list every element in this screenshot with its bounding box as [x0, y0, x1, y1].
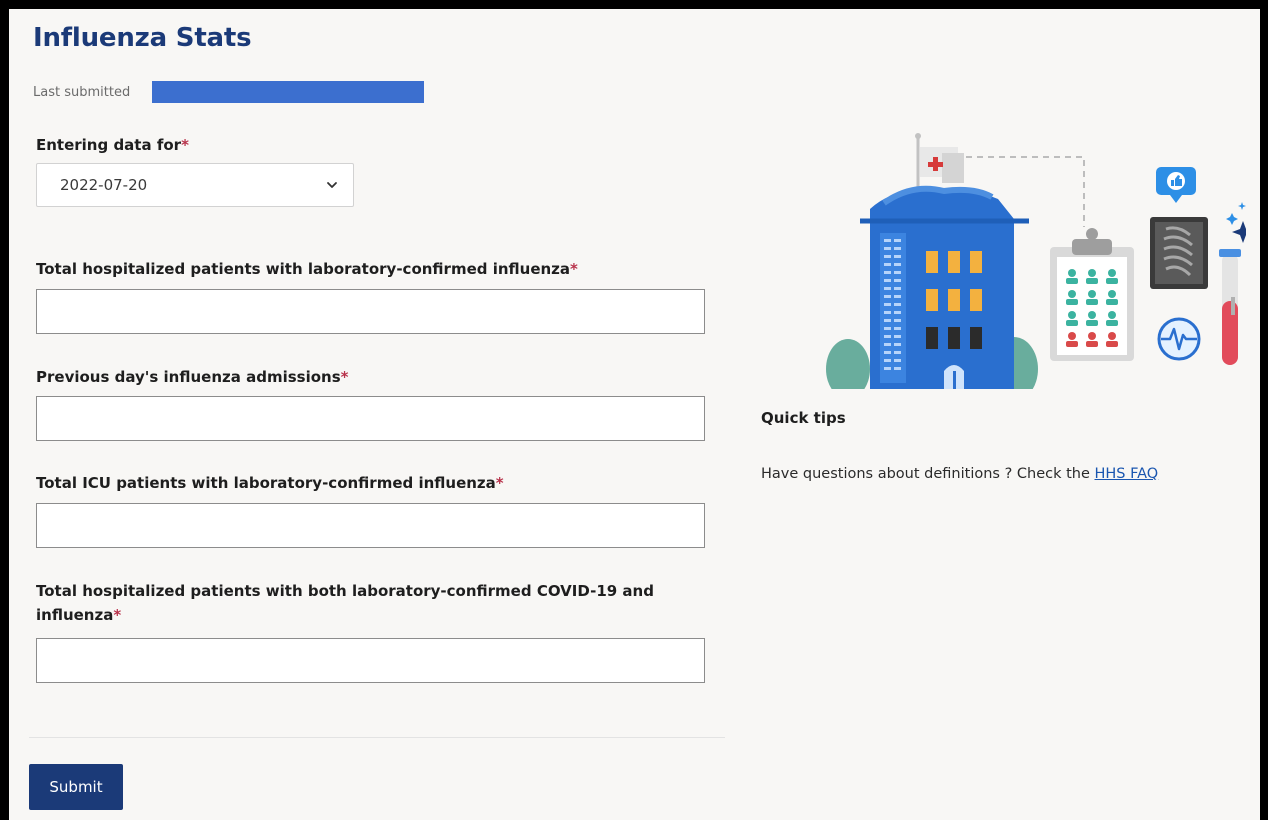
required-marker: *	[340, 368, 349, 386]
label-text-line1: Total hospitalized patients with both la…	[36, 582, 654, 600]
required-marker: *	[570, 260, 578, 278]
label-text: Total hospitalized patients with laborat…	[36, 260, 571, 278]
hospitalized-influenza-input[interactable]	[36, 289, 705, 334]
required-marker: *	[113, 606, 122, 624]
previous-day-admissions-input[interactable]	[36, 396, 705, 441]
form-page: Influenza Stats Last submitted Entering …	[9, 9, 1260, 820]
label-text: Previous day's influenza admissions	[36, 368, 341, 386]
date-select-value: 2022-07-20	[60, 176, 148, 194]
quick-tips-text: Have questions about definitions ? Check…	[761, 466, 1158, 482]
label-text: Total ICU patients with laboratory-confi…	[36, 474, 496, 492]
quick-tips-heading: Quick tips	[761, 409, 846, 427]
field-label-icu-influenza: Total ICU patients with laboratory-confi…	[36, 471, 504, 495]
quick-tips-sentence: Have questions about definitions ? Check…	[761, 466, 1090, 482]
hhs-faq-link[interactable]: HHS FAQ	[1095, 466, 1159, 482]
field-label-covid-and-influenza: Total hospitalized patients with both la…	[36, 579, 654, 627]
chevron-down-icon	[327, 182, 337, 188]
date-select[interactable]: 2022-07-20	[36, 163, 354, 207]
label-text-line2: influenza	[36, 606, 114, 624]
label-text: Entering data for	[36, 136, 182, 154]
last-submitted-label: Last submitted	[33, 85, 131, 100]
required-marker: *	[495, 474, 504, 492]
entering-data-for-label: Entering data for*	[36, 133, 189, 157]
covid-and-influenza-input[interactable]	[36, 638, 705, 683]
form-divider	[29, 737, 725, 738]
hospital-illustration	[826, 133, 1246, 389]
redacted-timestamp	[152, 81, 424, 103]
submit-button[interactable]: Submit	[29, 764, 123, 810]
page-title: Influenza Stats	[33, 23, 252, 53]
field-label-previous-day-admissions: Previous day's influenza admissions*	[36, 365, 348, 389]
icu-influenza-input[interactable]	[36, 503, 705, 548]
required-marker: *	[181, 136, 189, 154]
field-label-hospitalized-influenza: Total hospitalized patients with laborat…	[36, 257, 578, 281]
